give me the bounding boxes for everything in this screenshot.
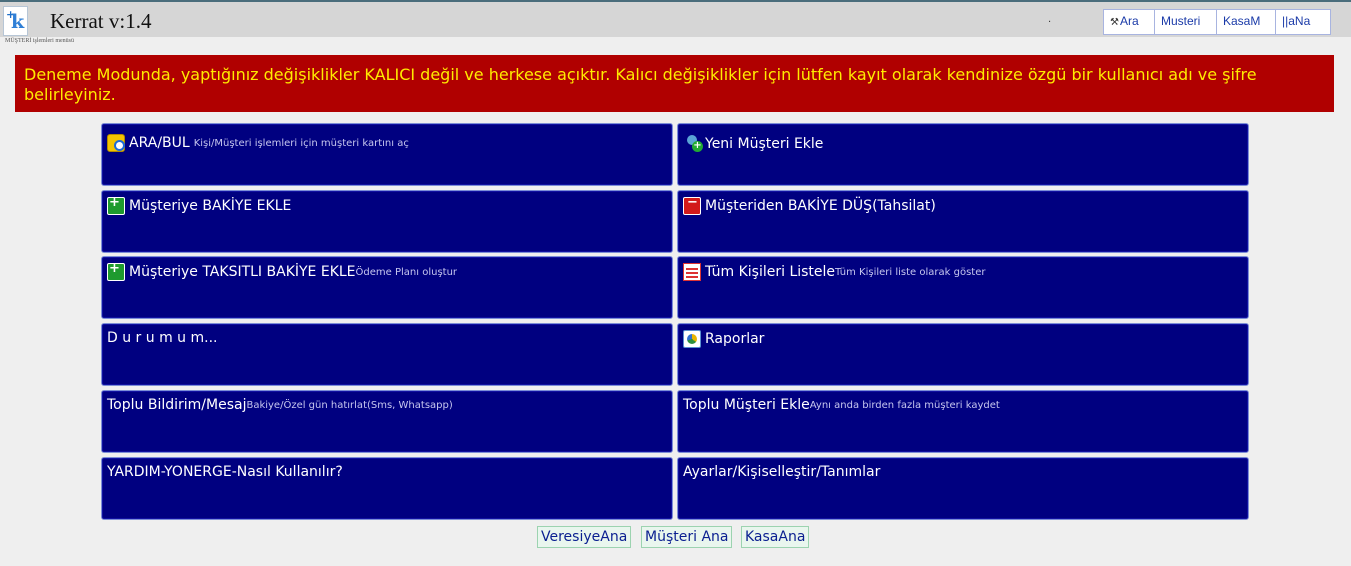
tile-desc: Bakiye/Özel gün hatırlat(Sms, Whatsapp) [246, 399, 453, 411]
tile-label: Ayarlar/Kişiselleştir/Tanımlar [683, 464, 881, 480]
page-subcaption: MÜŞTERİ işlemleri menüsü [5, 38, 74, 44]
nav-ara[interactable]: ⚒Ara [1104, 10, 1155, 34]
list-icon [683, 263, 701, 281]
tile-toplu-bildirim[interactable]: Toplu Bildirim/Mesaj Bakiye/Özel gün hat… [101, 390, 673, 453]
tile-ara-bul[interactable]: ARA/BUL Kişi/Müşteri işlemleri için müşt… [101, 123, 673, 186]
veresiye-ana-link[interactable]: VeresiyeAna [537, 526, 632, 548]
tile-desc: Ödeme Planı oluştur [355, 266, 458, 278]
wallet-minus-icon [683, 195, 701, 215]
wallet-plus-icon [107, 261, 125, 281]
tile-label: Raporlar [705, 331, 765, 347]
nav-kasam[interactable]: KasaM [1217, 10, 1276, 34]
app-logo[interactable]: + k [3, 6, 28, 36]
bottom-nav: VeresiyeAna Müşteri Ana KasaAna [0, 526, 1351, 548]
tile-desc: Tüm Kişileri liste olarak göster [835, 266, 986, 278]
report-icon [683, 330, 701, 348]
binoculars-icon: ⚒ [1110, 17, 1119, 28]
top-nav: ⚒Ara Musteri KasaM ||aNa [1103, 9, 1331, 35]
user-add-icon [683, 135, 703, 153]
tile-taksitli-bakiye-ekle[interactable]: Müşteriye TAKSITLI BAKİYE EKLE Ödeme Pla… [101, 256, 673, 319]
search-user-icon [107, 134, 125, 152]
wallet-plus-icon [107, 195, 125, 215]
tile-label: Müşteriye BAKİYE EKLE [129, 198, 292, 214]
tile-bakiye-dus[interactable]: Müşteriden BAKİYE DÜŞ(Tahsilat) [677, 190, 1249, 253]
tile-label: ARA/BUL [129, 135, 190, 151]
tile-label: D u r u m u m... [107, 330, 218, 346]
header-dot: . [1048, 14, 1052, 25]
musteri-ana-link[interactable]: Müşteri Ana [641, 526, 733, 548]
tile-ayarlar[interactable]: Ayarlar/Kişiselleştir/Tanımlar [677, 457, 1249, 520]
tile-yardim[interactable]: YARDIM-YONERGE-Nasıl Kullanılır? [101, 457, 673, 520]
nav-musteri[interactable]: Musteri [1155, 10, 1217, 34]
tile-durumum[interactable]: D u r u m u m... [101, 323, 673, 386]
tile-label: Tüm Kişileri Listele [705, 264, 836, 280]
nav-ara-label: Ara [1119, 14, 1139, 28]
tile-raporlar[interactable]: Raporlar [677, 323, 1249, 386]
app-title: Kerrat v:1.4 [50, 9, 152, 33]
tile-desc: Aynı anda birden fazla müşteri kaydet [809, 399, 1000, 411]
tile-label: YARDIM-YONERGE-Nasıl Kullanılır? [107, 464, 343, 480]
app-header: + k Kerrat v:1.4 . ⚒Ara Musteri KasaM ||… [0, 0, 1351, 37]
tile-label: Toplu Bildirim/Mesaj [107, 397, 247, 413]
tile-label: Müşteriden BAKİYE DÜŞ(Tahsilat) [705, 198, 936, 214]
tile-label: Yeni Müşteri Ekle [705, 136, 824, 152]
tile-desc: Kişi/Müşteri işlemleri için müşteri kart… [193, 137, 409, 149]
kasa-ana-link[interactable]: KasaAna [741, 526, 810, 548]
tile-yeni-musteri-ekle[interactable]: Yeni Müşteri Ekle [677, 123, 1249, 186]
demo-mode-warning: Deneme Modunda, yaptığınız değişiklikler… [15, 55, 1334, 112]
nav-ana[interactable]: ||aNa [1276, 10, 1330, 34]
tile-bakiye-ekle[interactable]: Müşteriye BAKİYE EKLE [101, 190, 673, 253]
tile-label: Müşteriye TAKSITLI BAKİYE EKLE [129, 264, 356, 280]
tile-label: Toplu Müşteri Ekle [683, 397, 810, 413]
tile-toplu-musteri-ekle[interactable]: Toplu Müşteri Ekle Aynı anda birden fazl… [677, 390, 1249, 453]
tile-tum-kisileri-listele[interactable]: Tüm Kişileri Listele Tüm Kişileri liste … [677, 256, 1249, 319]
